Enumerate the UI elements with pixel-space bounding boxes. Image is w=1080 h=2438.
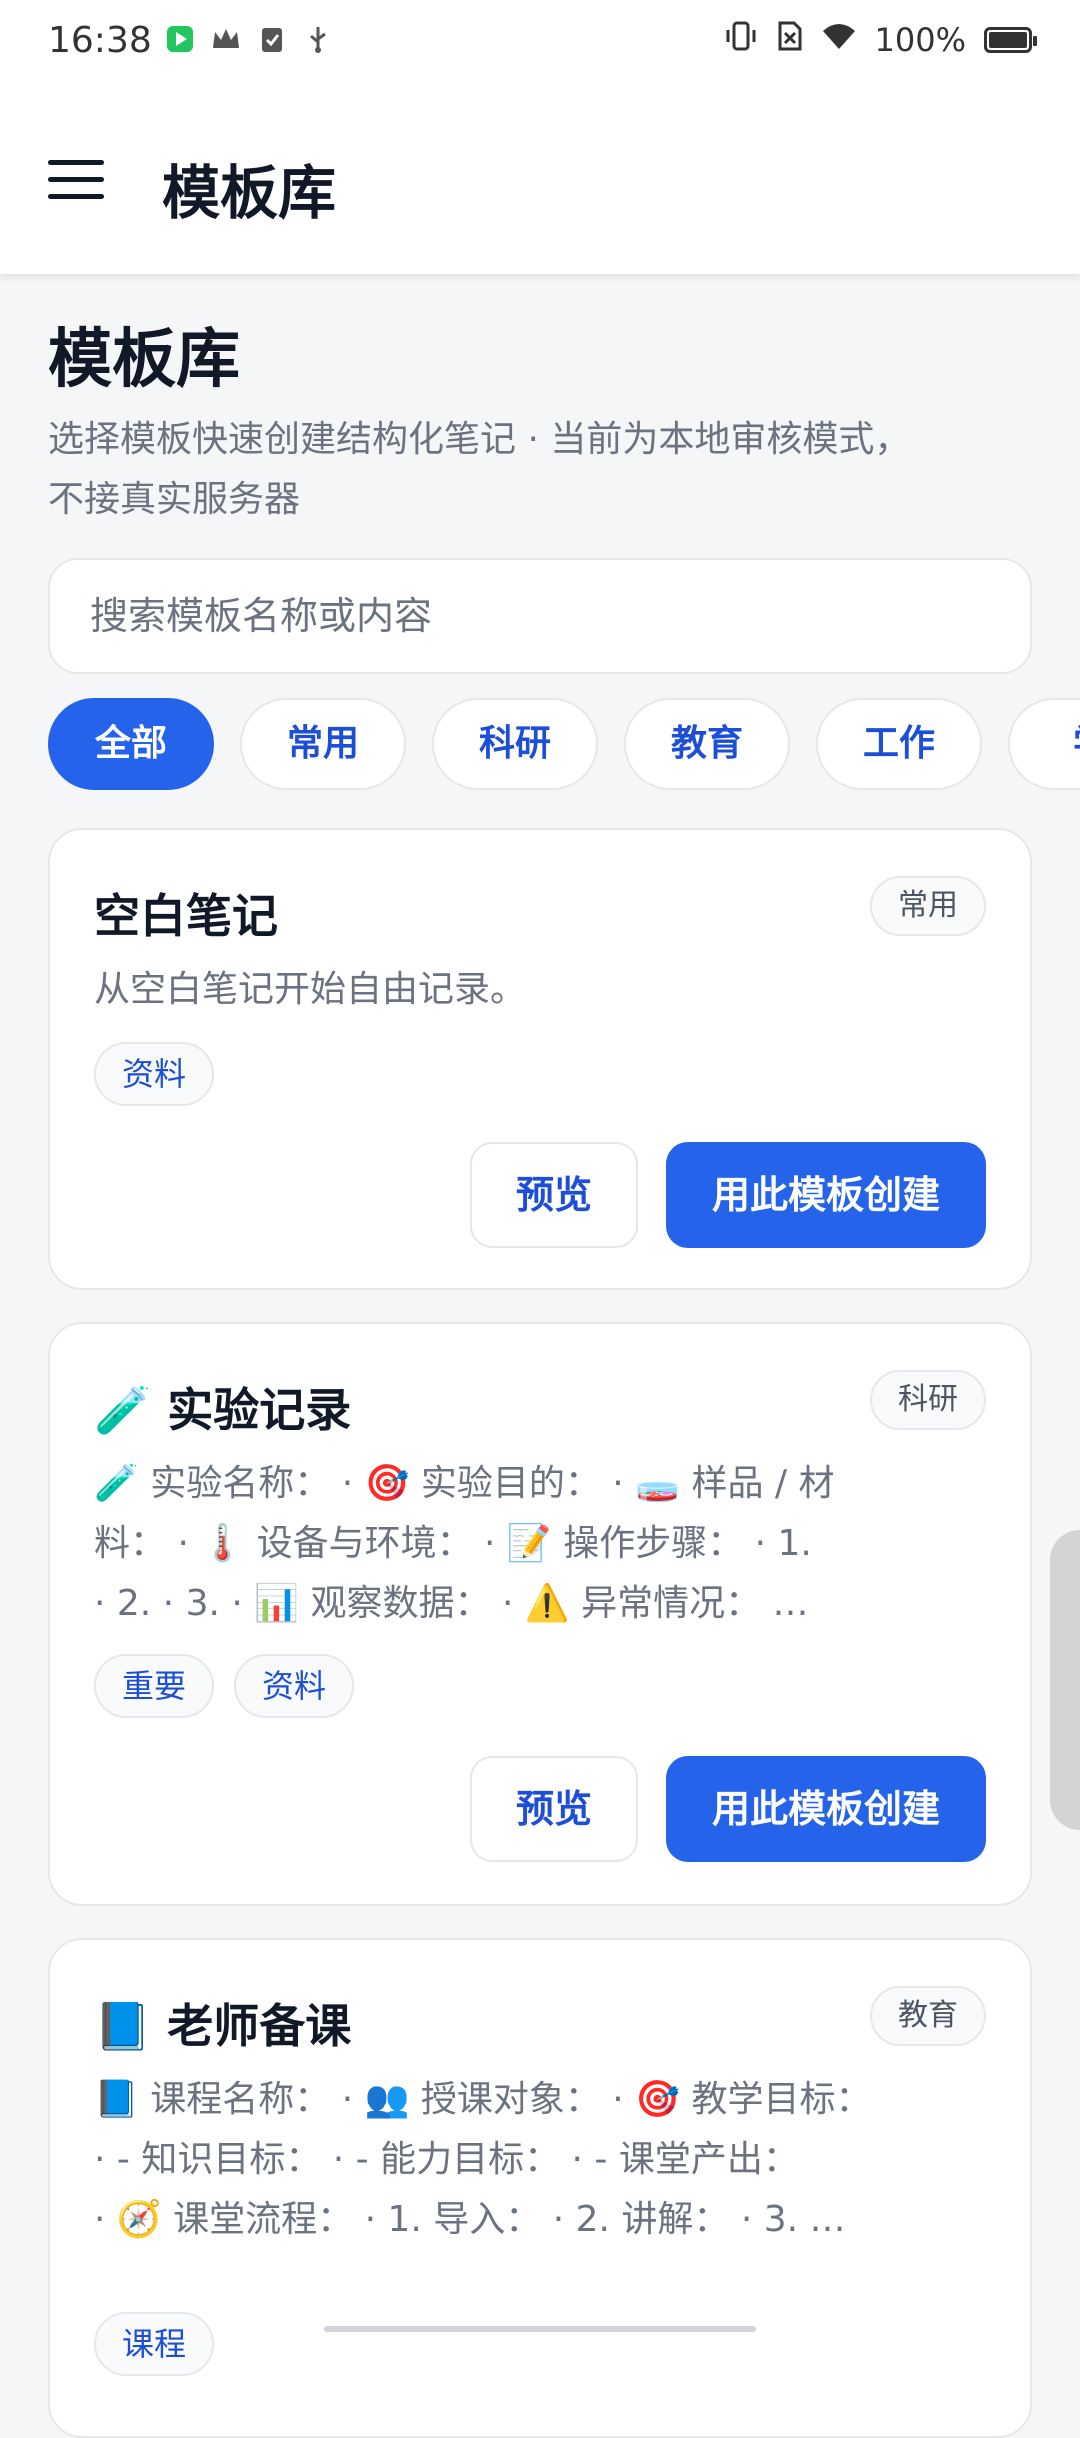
template-card[interactable]: 空白笔记 常用 从空白笔记开始自由记录。 资料 预览 用此模板创建 (48, 828, 1032, 1290)
page-subtitle-line: 选择模板快速创建结构化笔记 · 当前为本地审核模式， (48, 419, 911, 460)
category-badge: 教育 (870, 1986, 986, 2046)
filter-chip-all[interactable]: 全部 (48, 698, 214, 790)
page-header: 模板库 选择模板快速创建结构化笔记 · 当前为本地审核模式， 不接真实服务器 (48, 320, 1032, 674)
template-title: 🧪 实验记录 (94, 1383, 352, 1437)
tag: 课程 (94, 2312, 215, 2376)
description-line: 从空白笔记开始自由记录。 (94, 969, 527, 1010)
no-sim-icon (777, 20, 803, 60)
tag-list: 课程 (94, 2312, 215, 2376)
template-card[interactable]: 📘 老师备课 教育 📘 课程名称： · 👥 授课对象： · 🎯 教学目标： · … (48, 1938, 1032, 2438)
description-line: · 2. · 3. · 📊 观察数据： · ⚠️ 异常情况： … (94, 1583, 809, 1624)
tag: 资料 (234, 1654, 355, 1718)
search-box[interactable] (48, 558, 1032, 674)
preview-button[interactable]: 预览 (470, 1756, 638, 1862)
description-line: 料： · 🌡️ 设备与环境： · 📝 操作步骤： · 1. (94, 1523, 812, 1564)
preview-button[interactable]: 预览 (470, 1142, 638, 1248)
usb-icon (303, 24, 333, 54)
tag-list: 资料 (94, 1042, 215, 1106)
page-subtitle-line: 不接真实服务器 (48, 479, 301, 520)
category-badge: 科研 (870, 1370, 986, 1430)
home-indicator[interactable] (324, 2326, 756, 2332)
filter-chip-study[interactable]: 学 (1008, 698, 1080, 790)
search-input[interactable] (88, 593, 992, 639)
template-card[interactable]: 🧪 实验记录 科研 🧪 实验名称： · 🎯 实验目的： · 🧫 样品 / 材 料… (48, 1322, 1032, 1906)
tag: 资料 (94, 1042, 215, 1106)
crown-icon (211, 24, 241, 54)
filter-chip-research[interactable]: 科研 (432, 698, 598, 790)
description-line: · 🧭 课堂流程： · 1. 导入： · 2. 讲解： · 3. … (94, 2199, 846, 2240)
video-app-icon (165, 24, 195, 54)
status-bar: 16:38 100% (0, 0, 1080, 84)
vibrate-icon (723, 20, 759, 60)
wifi-icon (821, 21, 857, 59)
filter-chip-education[interactable]: 教育 (624, 698, 790, 790)
template-description: 🧪 实验名称： · 🎯 实验目的： · 🧫 样品 / 材 料： · 🌡️ 设备与… (94, 1454, 994, 1634)
status-icons-left (165, 24, 333, 54)
clipboard-check-icon (257, 24, 287, 54)
page-title: 模板库 (48, 323, 240, 397)
template-title: 空白笔记 (94, 889, 278, 943)
create-from-template-button[interactable]: 用此模板创建 (666, 1756, 986, 1862)
template-description: 从空白笔记开始自由记录。 (94, 960, 994, 1020)
battery-icon (984, 27, 1037, 53)
description-line: · - 知识目标： · - 能力目标： · - 课堂产出： (94, 2139, 799, 2180)
battery-percent: 100% (874, 21, 966, 59)
tag-list: 重要 资料 (94, 1654, 355, 1718)
template-title: 📘 老师备课 (94, 1999, 352, 2053)
create-from-template-button[interactable]: 用此模板创建 (666, 1142, 986, 1248)
hamburger-icon[interactable] (48, 160, 104, 200)
description-line: 🧪 实验名称： · 🎯 实验目的： · 🧫 样品 / 材 (94, 1463, 835, 1504)
category-badge: 常用 (870, 876, 986, 936)
app-bar: 模板库 (0, 84, 1080, 274)
filter-chip-work[interactable]: 工作 (816, 698, 982, 790)
category-filters: 全部常用科研教育工作学 (48, 698, 1080, 794)
filter-chip-common[interactable]: 常用 (240, 698, 406, 790)
edge-swipe-handle[interactable] (1050, 1530, 1080, 1830)
status-time: 16:38 (48, 20, 152, 61)
status-icons-right: 100% (723, 20, 1037, 60)
template-description: 📘 课程名称： · 👥 授课对象： · 🎯 教学目标： · - 知识目标： · … (94, 2070, 994, 2250)
page-subtitle: 选择模板快速创建结构化笔记 · 当前为本地审核模式， 不接真实服务器 (48, 410, 1032, 530)
app-bar-title: 模板库 (162, 159, 337, 227)
description-line: 📘 课程名称： · 👥 授课对象： · 🎯 教学目标： (94, 2079, 872, 2120)
tag: 重要 (94, 1654, 215, 1718)
